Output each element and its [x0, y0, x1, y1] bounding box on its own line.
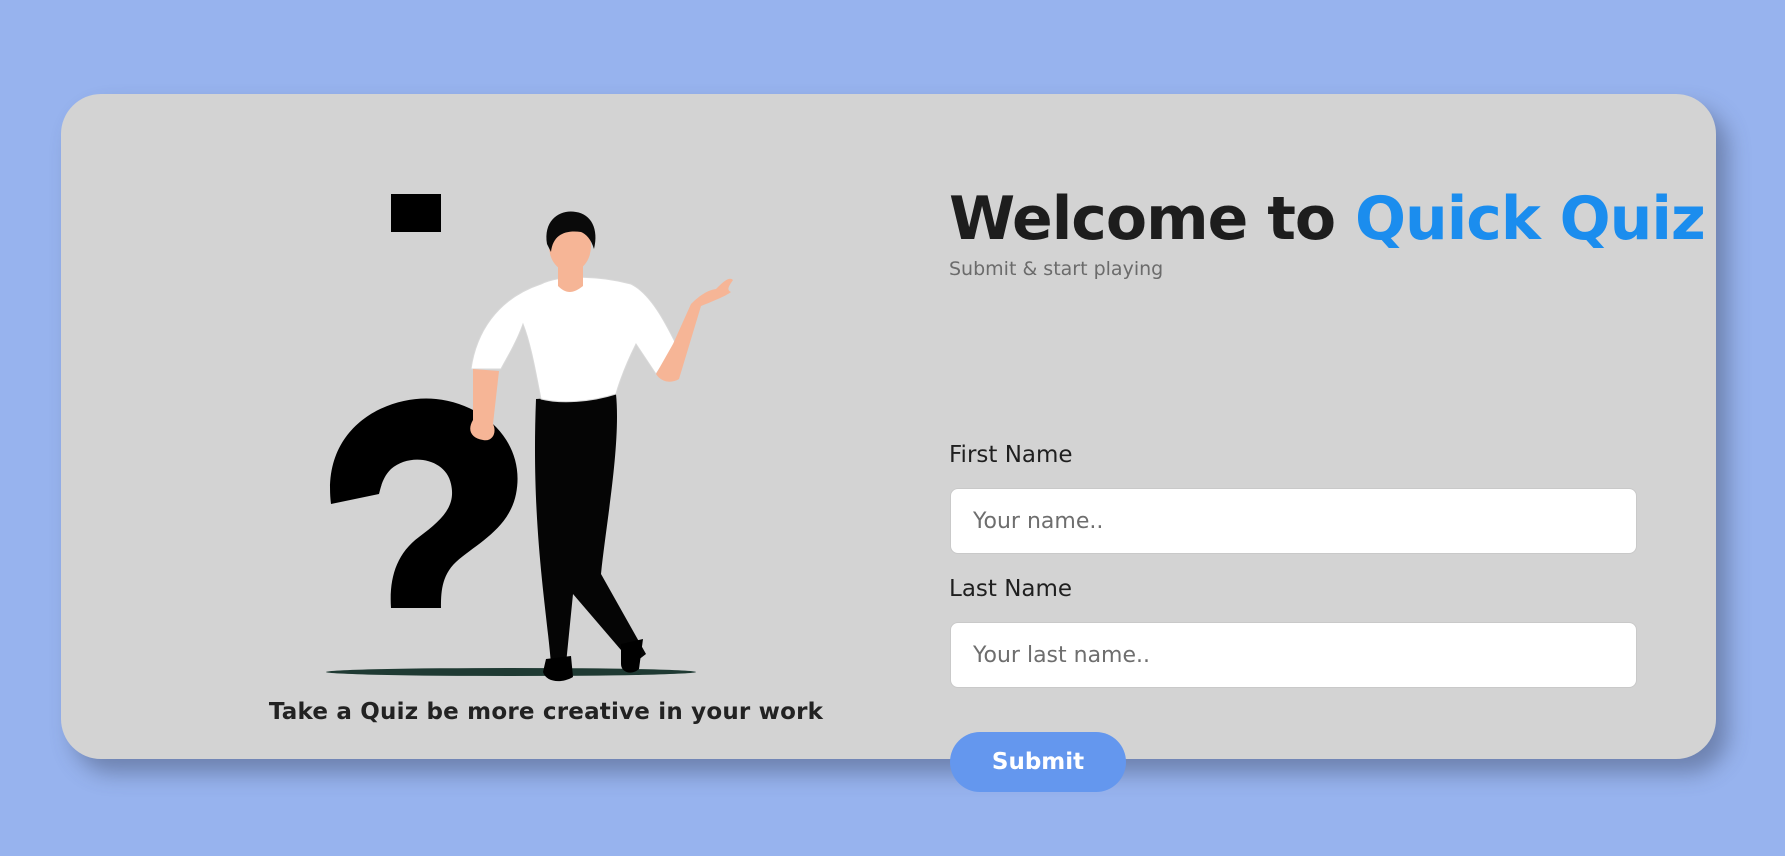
welcome-card: Take a Quiz be more creative in your wor… [61, 94, 1716, 792]
title-prefix: Welcome to [949, 184, 1355, 254]
title-accent: Quick Quiz [1354, 184, 1706, 254]
quiz-start-form: Welcome to Quick Quiz Submit & start pla… [949, 184, 1706, 792]
last-name-input[interactable] [950, 622, 1637, 688]
page-subtitle: Submit & start playing [949, 258, 1164, 280]
first-name-input[interactable] [950, 488, 1637, 554]
ground-shadow [326, 668, 696, 676]
illustration-tagline: Take a Quiz be more creative in your wor… [268, 699, 824, 725]
page-title: Welcome to Quick Quiz [949, 184, 1706, 254]
last-name-label: Last Name [949, 576, 1073, 602]
first-name-label: First Name [949, 442, 1073, 468]
submit-button[interactable]: Submit [950, 732, 1126, 792]
quiz-illustration [326, 194, 733, 682]
